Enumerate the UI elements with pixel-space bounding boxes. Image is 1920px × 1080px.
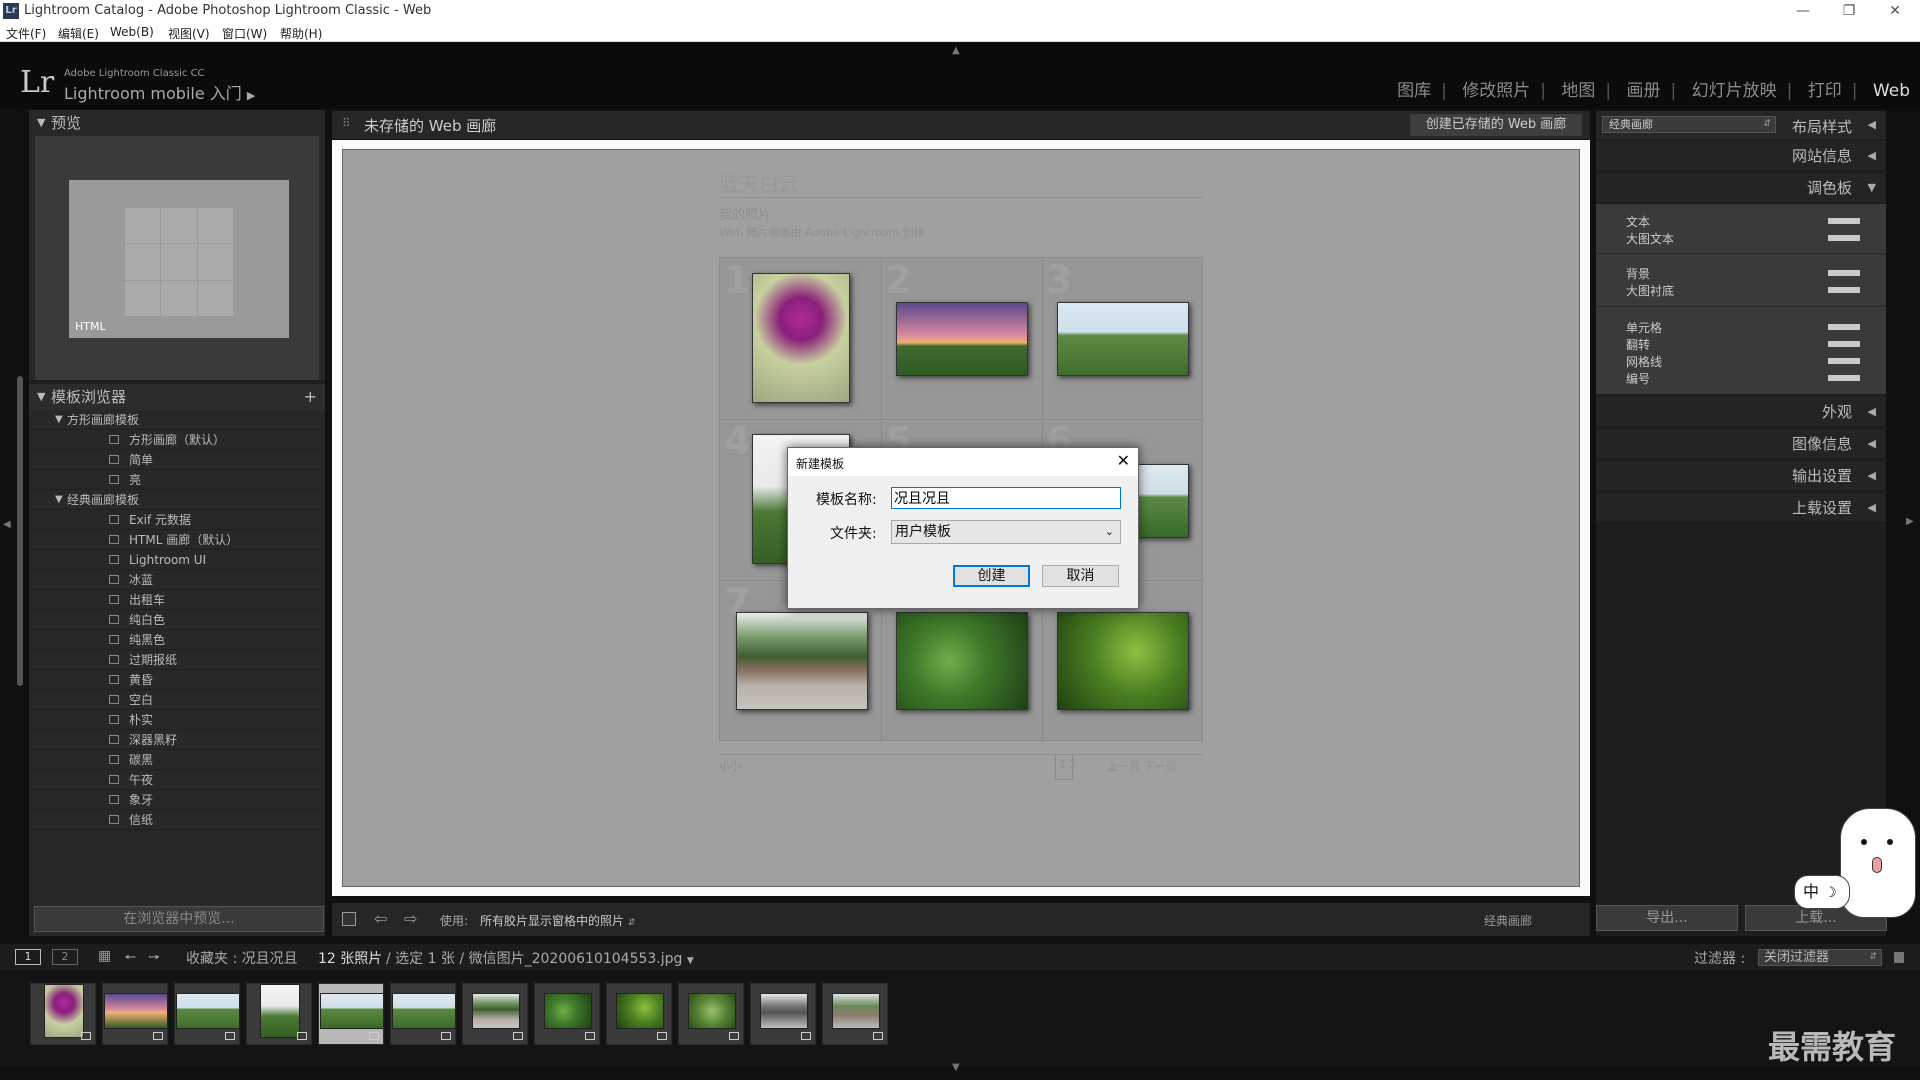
folder-label: 文件夹:: [830, 526, 877, 542]
template-name-input[interactable]: [891, 487, 1121, 509]
create-button[interactable]: 创建: [953, 565, 1030, 587]
new-template-dialog: 新建模板 ✕ 模板名称: 文件夹: 用户模板⌄ 创建 取消: [787, 447, 1139, 609]
chevron-down-icon: ⌄: [1104, 525, 1114, 538]
template-name-label: 模板名称:: [816, 492, 877, 508]
folder-select[interactable]: 用户模板 ⌄: [891, 520, 1121, 544]
dialog-title: 新建模板: [796, 457, 845, 471]
close-icon[interactable]: ✕: [1117, 451, 1130, 470]
dialog-title-bar: 新建模板 ✕: [788, 448, 1138, 476]
cancel-button[interactable]: 取消: [1042, 565, 1119, 587]
